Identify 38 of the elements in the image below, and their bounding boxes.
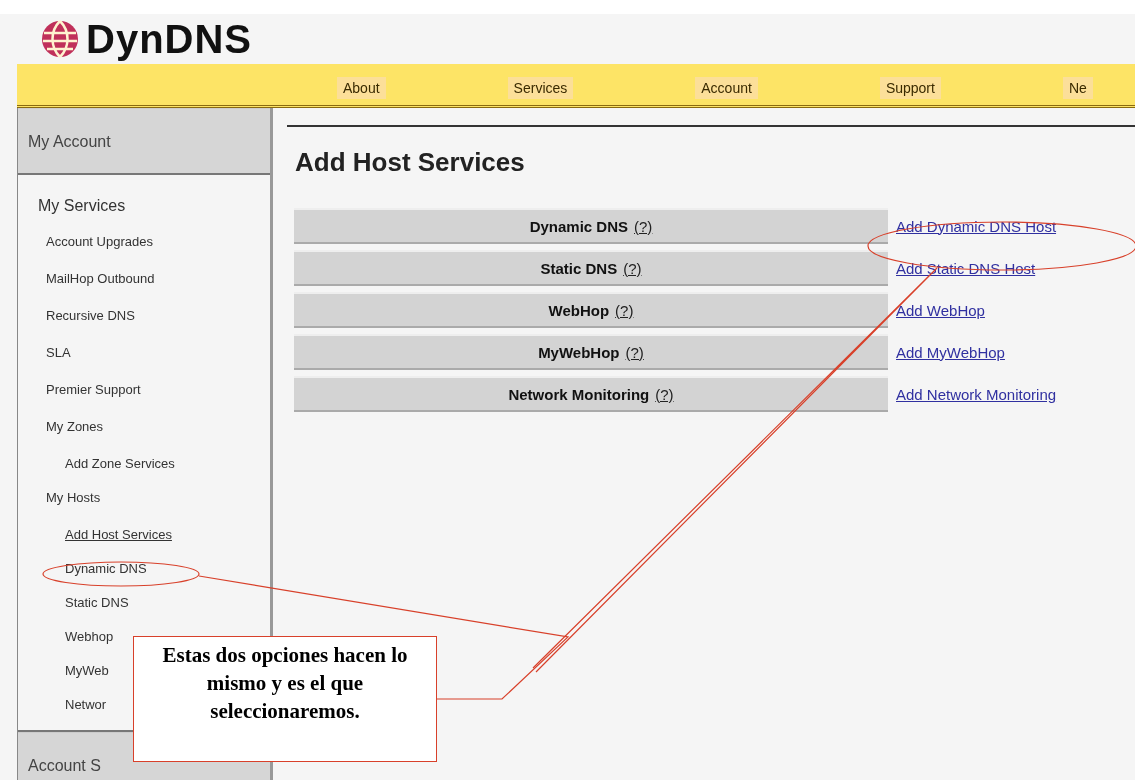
sidebar-item[interactable]: Networ bbox=[65, 697, 107, 726]
sidebar-item[interactable]: MyWeb bbox=[65, 663, 109, 692]
nav-link[interactable]: Account bbox=[695, 77, 758, 99]
help-link[interactable]: (?) bbox=[634, 217, 653, 235]
sidebar-item[interactable]: Add Host Services bbox=[65, 527, 172, 556]
help-link[interactable]: (?) bbox=[625, 343, 644, 361]
nav-link[interactable]: Ne bbox=[1062, 77, 1093, 99]
page-title: Add Host Services bbox=[295, 147, 526, 178]
add-link[interactable]: Add MyWebHop bbox=[896, 343, 1005, 361]
section-title[interactable]: My Services bbox=[38, 197, 126, 215]
help-link[interactable]: (?) bbox=[655, 385, 674, 403]
sidebar-item[interactable]: Dynamic DNS bbox=[65, 561, 147, 590]
sidebar-item[interactable]: Static DNS bbox=[65, 595, 129, 624]
sidebar-item[interactable]: Premier Support bbox=[46, 382, 141, 414]
add-link[interactable]: Add Network Monitoring bbox=[896, 385, 1057, 403]
nav-link[interactable]: Services bbox=[507, 77, 574, 99]
nav-link[interactable]: Support bbox=[879, 77, 941, 99]
add-link[interactable]: Add WebHop bbox=[896, 301, 985, 319]
sidebar-item[interactable]: Account Upgrades bbox=[46, 234, 153, 266]
sidebar-item[interactable]: My Hosts bbox=[46, 490, 101, 522]
section-header[interactable]: My Account bbox=[18, 108, 270, 175]
sidebar-item[interactable]: Add Zone Services bbox=[65, 456, 175, 485]
sidebar-item[interactable]: Recursive DNS bbox=[46, 308, 135, 340]
service-name: MyWebHop bbox=[538, 343, 620, 361]
sidebar-item[interactable]: MailHop Outbound bbox=[46, 271, 155, 303]
service-name: Dynamic DNS bbox=[529, 217, 628, 235]
sidebar-item[interactable]: Webhop bbox=[65, 629, 114, 658]
help-link[interactable]: (?) bbox=[623, 259, 642, 277]
globe-icon bbox=[40, 19, 80, 59]
help-link[interactable]: (?) bbox=[615, 301, 634, 319]
annotation-tooltip: Estas dos opciones hacen lo mismo y es el que seleccionaremos. bbox=[133, 636, 437, 762]
nav-link[interactable]: About bbox=[337, 77, 386, 99]
sidebar-item[interactable]: SLA bbox=[46, 345, 71, 377]
service-name: Static DNS bbox=[540, 259, 618, 277]
sidebar-item[interactable]: My Zones bbox=[46, 419, 104, 451]
service-name: Network Monitoring bbox=[508, 385, 650, 403]
service-name: WebHop bbox=[548, 301, 610, 319]
logo-text: DynDNS bbox=[86, 16, 253, 62]
